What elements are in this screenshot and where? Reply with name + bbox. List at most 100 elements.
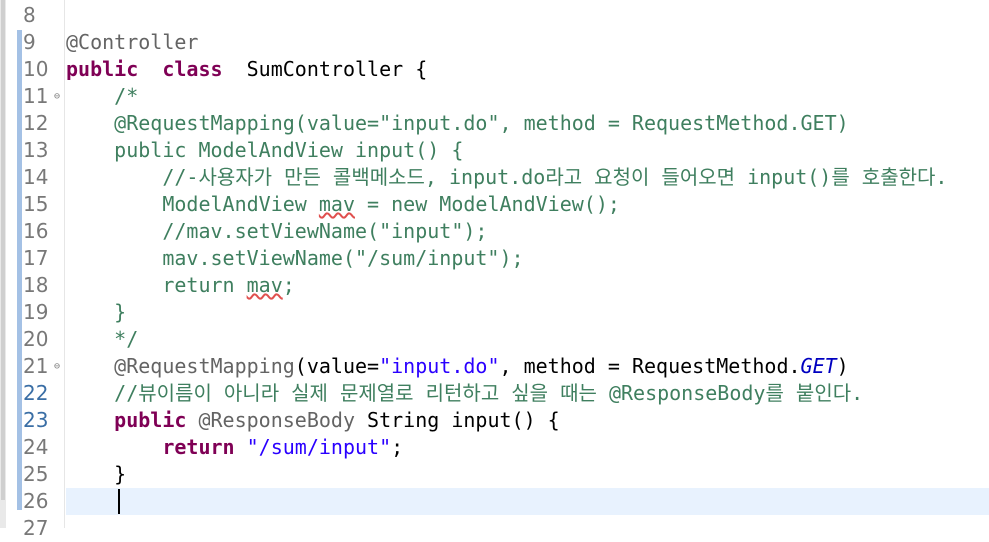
code-line[interactable]: 14 //-사용자가 만든 콜백메소드, input.do라고 요청이 들어오면… [0,164,989,191]
code-line[interactable]: 27 [0,515,989,542]
line-number: 20 [23,327,49,351]
code-line[interactable]: 10 public class SumController { [0,56,989,83]
line-number: 11 [23,84,49,108]
code-text: return mav; [66,272,295,299]
code-token: //mav.setViewName("input"); [162,219,488,243]
line-number: 17 [23,246,49,270]
code-line[interactable]: 19 } [0,299,989,326]
code-line[interactable]: 8 [0,2,989,29]
code-line[interactable]: 24 return "/sum/input"; [0,434,989,461]
code-token: SumController { [222,57,428,81]
code-line[interactable]: 16 //mav.setViewName("input"); [0,218,989,245]
line-number: 13 [23,138,49,162]
code-text: //mav.setViewName("input"); [66,218,487,245]
code-text: } [66,299,126,326]
code-token: @Controller [66,30,199,54]
code-token: "input.do" [379,354,500,378]
code-token: return [162,273,247,297]
code-line[interactable]: 9 @Controller [0,29,989,56]
code-token: public [114,408,187,432]
code-token: @RequestMapping(value="input.do", method… [114,111,849,135]
code-text: /* [66,83,138,110]
code-text: */ [66,326,138,353]
fold-toggle-icon[interactable]: ⊖ [54,353,60,380]
line-number: 9 [23,30,36,54]
code-token: ModelAndView [162,192,319,216]
line-number: 16 [23,219,49,243]
code-token: @ResponseBody [198,408,356,432]
code-text: @Controller [66,29,198,56]
code-token: mav [246,273,283,297]
code-token: public [66,57,139,81]
code-text: return "/sum/input"; [66,434,403,461]
code-token: //-사용자가 만든 콜백메소드, input.do라고 요청이 들어오면 in… [162,165,948,189]
code-text: @RequestMapping(value="input.do", method… [66,353,849,380]
code-line[interactable]: 26 [23,488,989,515]
line-number: 15 [23,192,49,216]
code-token: } [66,462,127,486]
line-number: 14 [23,165,49,189]
line-number: 24 [23,435,49,459]
line-number: 8 [23,3,36,27]
code-text: @RequestMapping(value="input.do", method… [66,110,849,137]
code-token: ; [282,273,295,297]
code-line[interactable]: 15 ModelAndView mav = new ModelAndView()… [0,191,989,218]
code-token: //뷰이름이 아니라 실제 문제열로 리턴하고 싶을 때는 @ResponseB… [114,381,864,405]
code-line[interactable]: 25 } [0,461,989,488]
code-token: */ [114,327,139,351]
code-token: ) [836,354,849,378]
code-text: public @ResponseBody String input() { [66,407,560,434]
code-text: public class SumController { [66,56,427,83]
code-line[interactable]: 17 mav.setViewName("/sum/input"); [0,245,989,272]
code-token: mav [318,192,355,216]
code-token: } [114,300,127,324]
code-line[interactable]: 23 public @ResponseBody String input() { [0,407,989,434]
line-number: 19 [23,300,49,324]
code-token: mav.setViewName("/sum/input"); [162,246,524,270]
code-token: = new ModelAndView(); [355,192,620,216]
code-line[interactable]: 21 ⊖ @RequestMapping(value="input.do", me… [0,353,989,380]
code-text: public ModelAndView input() { [66,137,463,164]
line-number: 12 [23,111,49,135]
code-token: @RequestMapping [114,354,295,378]
code-line[interactable]: 13 public ModelAndView input() { [0,137,989,164]
code-line[interactable]: 18 return mav; [0,272,989,299]
code-token: public ModelAndView input() { [114,138,464,162]
code-line[interactable]: 22 //뷰이름이 아니라 실제 문제열로 리턴하고 싶을 때는 @Respon… [0,380,989,407]
line-number: 25 [23,462,49,486]
line-number: 21 [23,354,49,378]
code-text: ModelAndView mav = new ModelAndView(); [66,191,620,218]
code-token: class [162,57,223,81]
code-line[interactable]: 11 ⊖ /* [0,83,989,110]
text-caret [118,489,120,514]
code-token: , method = RequestMethod. [499,354,801,378]
code-token: (value= [294,354,380,378]
line-number: 10 [23,57,49,81]
line-number: 18 [23,273,49,297]
code-token: return [162,435,235,459]
code-editor[interactable]: 8 9 @Controller 10 public class SumControlle… [0,0,989,540]
code-text: //뷰이름이 아니라 실제 문제열로 리턴하고 싶을 때는 @ResponseB… [66,380,863,407]
code-text: mav.setViewName("/sum/input"); [66,245,524,272]
code-line[interactable]: 12 @RequestMapping(value="input.do", met… [0,110,989,137]
code-token: /* [114,84,139,108]
code-line[interactable]: 20 */ [0,326,989,353]
code-token: String input() { [355,408,560,432]
fold-toggle-icon[interactable]: ⊖ [54,83,60,110]
